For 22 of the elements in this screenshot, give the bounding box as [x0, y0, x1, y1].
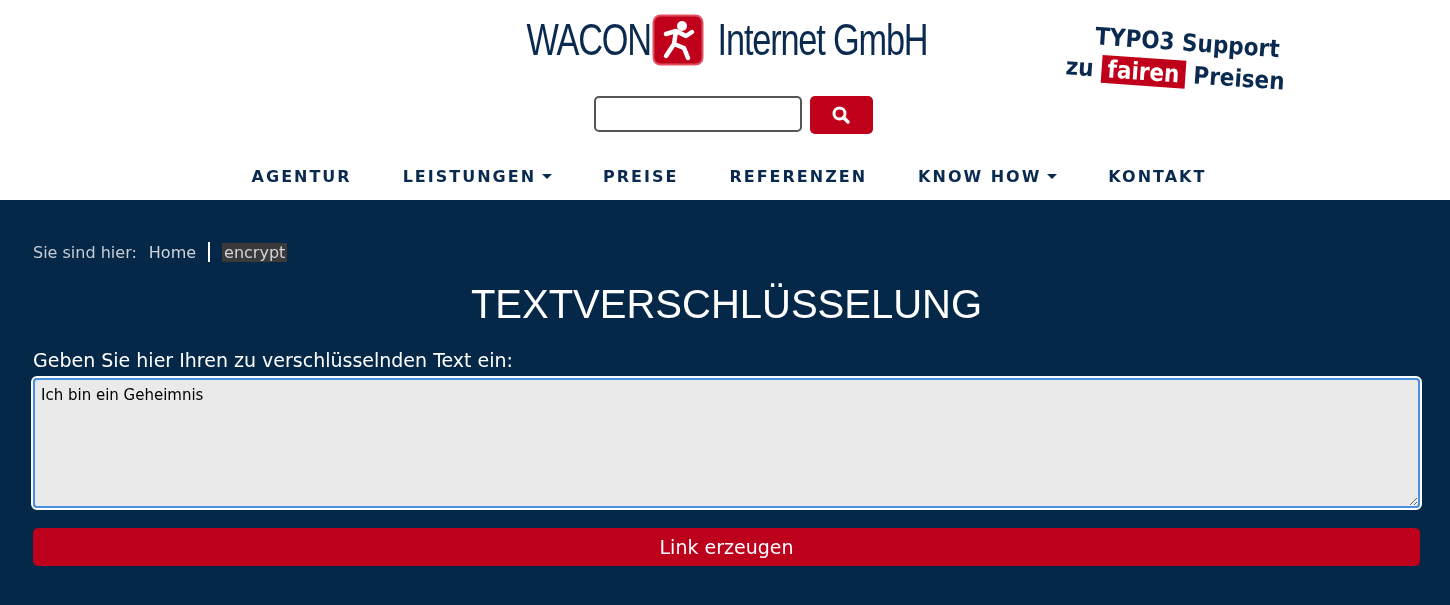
breadcrumb-link[interactable]: Home — [148, 242, 197, 262]
nav-link[interactable]: AGENTUR — [251, 167, 352, 186]
nav-link[interactable]: REFERENZEN — [729, 167, 868, 186]
search-button[interactable] — [809, 96, 873, 134]
nav-link[interactable]: PREISE — [603, 167, 679, 186]
nav-link[interactable]: LEISTUNGEN — [402, 167, 553, 186]
field-label: Geben Sie hier Ihren zu verschlüsselnden Text ein: — [33, 349, 514, 371]
nav-link[interactable]: KNOW HOW — [918, 167, 1058, 186]
slogan-text: Preisen — [1192, 61, 1286, 96]
search-field[interactable] — [593, 96, 802, 132]
logo-text: WACON — [526, 15, 651, 65]
running-figure-icon — [652, 14, 705, 66]
slogan-highlight: fairen — [1100, 54, 1187, 89]
page-heading: TEXTVERSCHLÜSSELUNG — [469, 282, 984, 327]
logo-text: Internet GmbH — [717, 15, 928, 65]
text-input-field[interactable]: Ich bin ein Geheimnis — [33, 378, 1420, 508]
breadcrumb-label: Sie sind hier: — [33, 242, 137, 262]
slogan-text: zu — [1065, 52, 1095, 83]
search-icon — [831, 105, 851, 125]
generate-link-button[interactable]: Link erzeugen — [33, 528, 1420, 566]
nav-link[interactable]: KONTAKT — [1108, 167, 1207, 186]
breadcrumb-link[interactable]: encrypt — [222, 242, 288, 262]
